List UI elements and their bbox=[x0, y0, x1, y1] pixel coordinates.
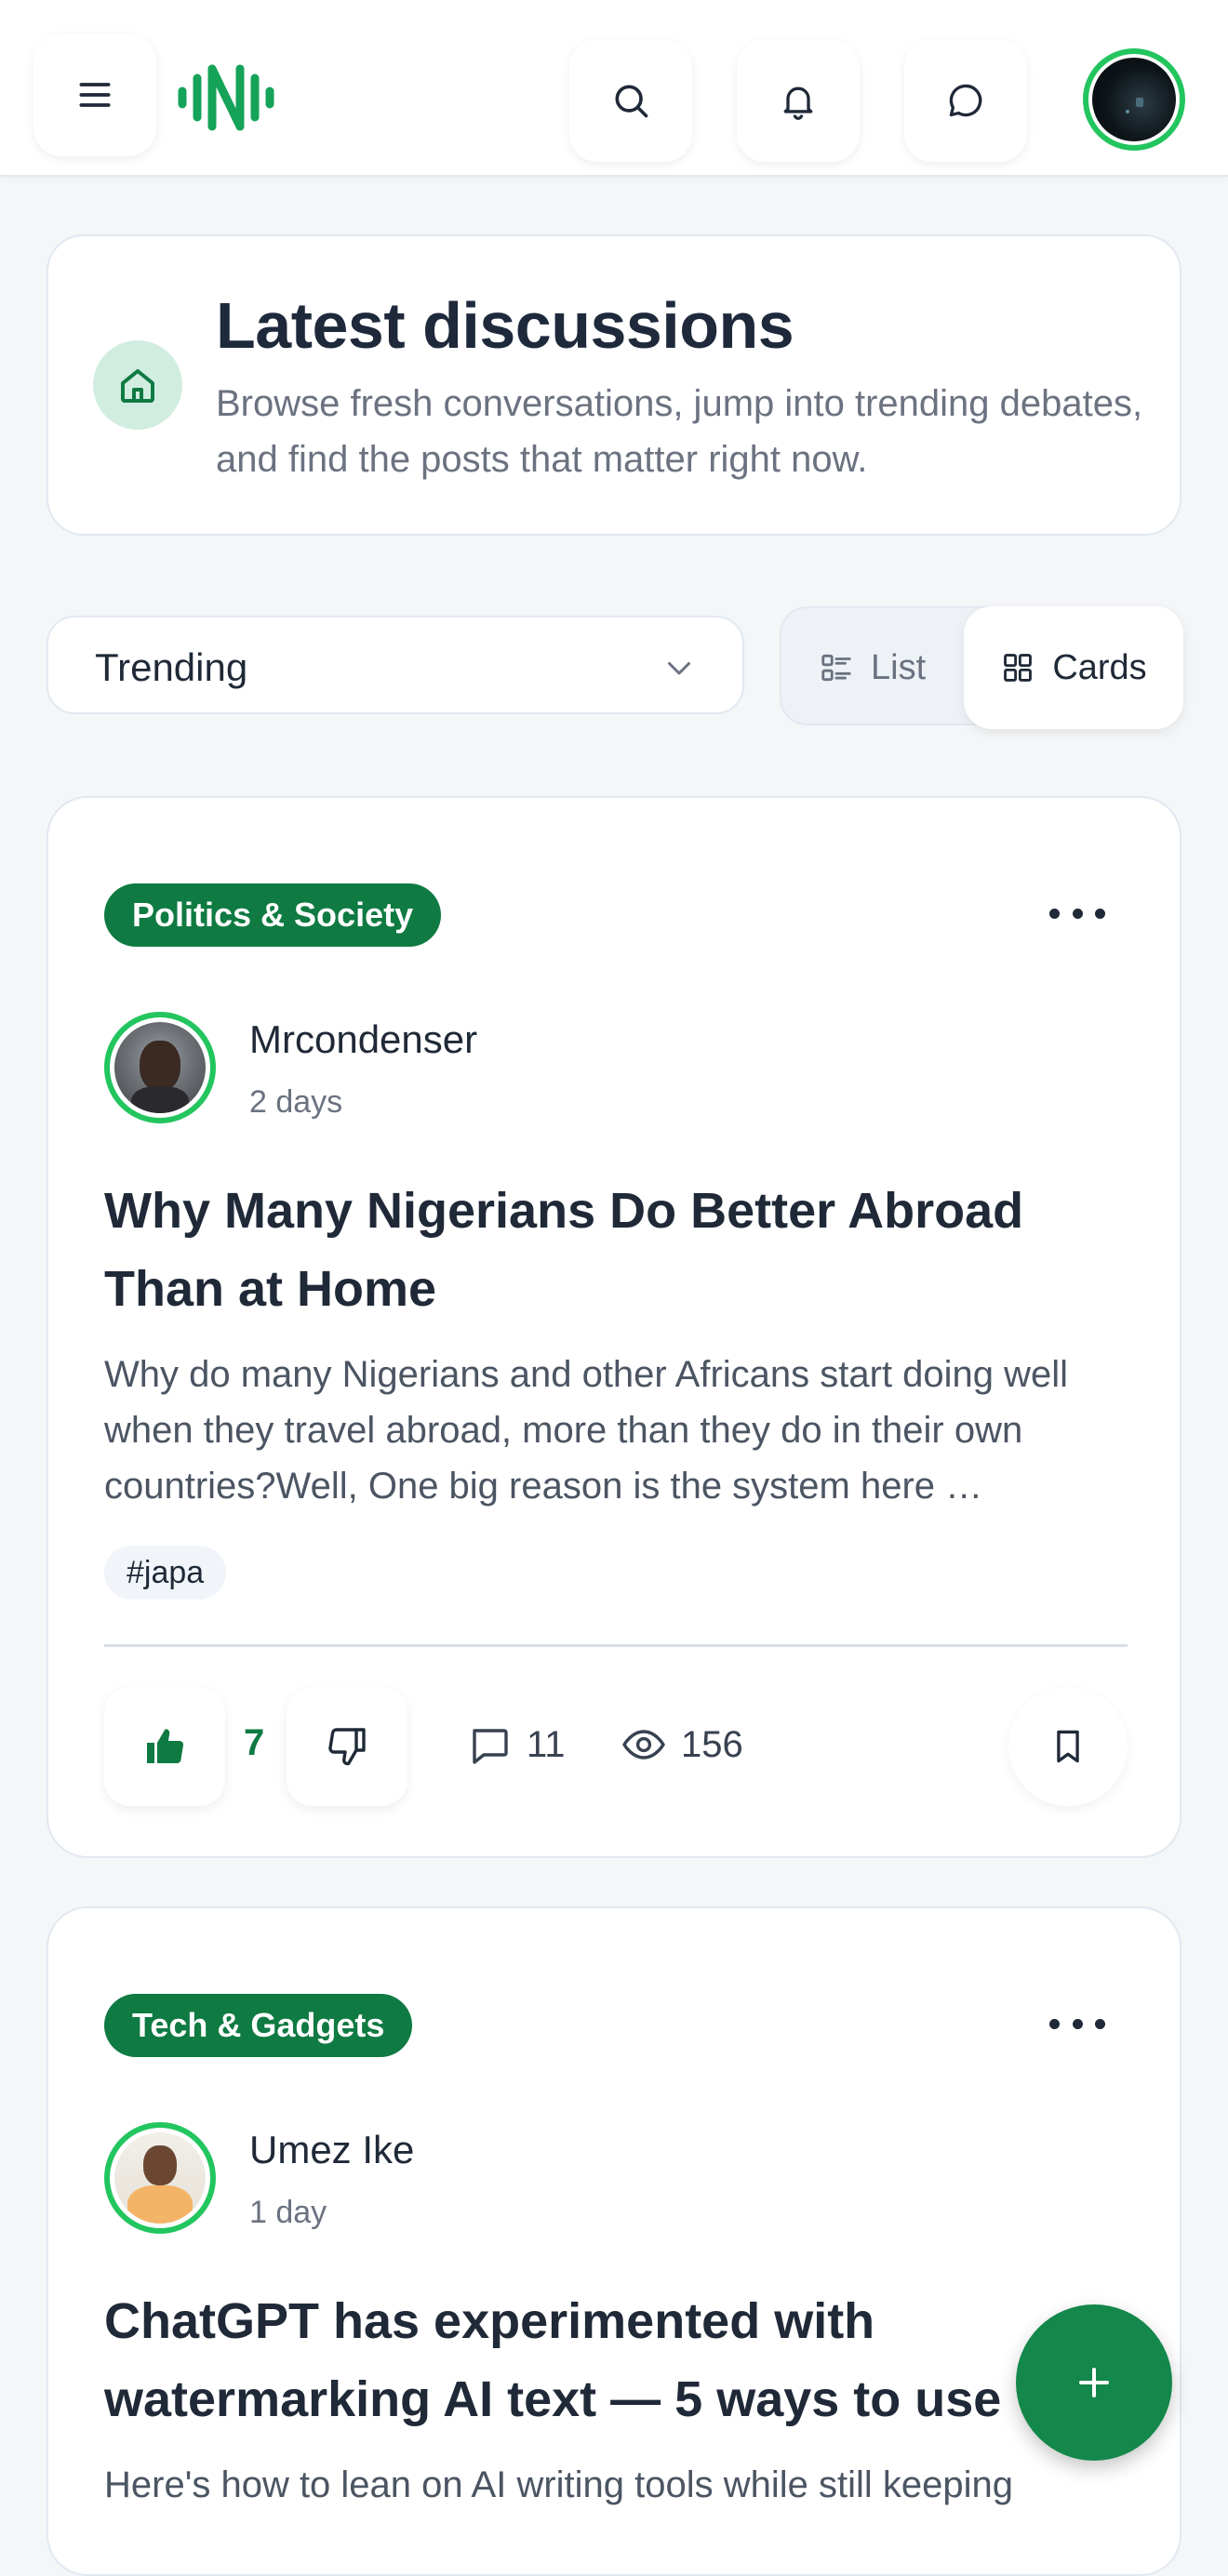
more-dot-icon bbox=[1049, 908, 1060, 919]
more-dot-icon bbox=[1049, 2018, 1060, 2029]
bookmark-icon bbox=[1057, 1730, 1079, 1763]
author-name[interactable]: Umez Ike bbox=[249, 2128, 414, 2172]
bell-icon bbox=[783, 86, 813, 120]
author-avatar[interactable] bbox=[104, 1012, 216, 1123]
post-tag[interactable]: #japa bbox=[104, 1546, 227, 1600]
post-excerpt: Why do many Nigerians and other Africans… bbox=[104, 1354, 1069, 1507]
more-options-button[interactable] bbox=[1049, 895, 1105, 932]
cards-view-button[interactable]: Cards bbox=[964, 606, 1183, 729]
grid-view-icon bbox=[1004, 654, 1033, 682]
list-view-label: List bbox=[871, 647, 927, 687]
top-navigation-bar bbox=[0, 0, 1228, 177]
post-card[interactable]: Politics & Society Mrcondenser 2 days Wh… bbox=[47, 796, 1181, 1858]
cards-view-label: Cards bbox=[1052, 647, 1147, 687]
plus-icon bbox=[1079, 2368, 1109, 2397]
eye-icon bbox=[622, 1730, 665, 1759]
more-dot-icon bbox=[1072, 908, 1083, 919]
bookmark-button[interactable] bbox=[1008, 1687, 1128, 1806]
list-view-icon bbox=[821, 654, 851, 682]
comment-count: 11 bbox=[527, 1723, 566, 1765]
more-options-button[interactable] bbox=[1049, 2005, 1105, 2042]
home-icon bbox=[121, 369, 154, 403]
chat-bubble-icon bbox=[949, 84, 982, 117]
sort-selected-value: Trending bbox=[95, 645, 248, 689]
home-icon-badge bbox=[93, 340, 182, 430]
like-count: 7 bbox=[244, 1722, 265, 1763]
more-dot-icon bbox=[1072, 2018, 1083, 2029]
search-button[interactable] bbox=[569, 39, 692, 162]
comment-icon bbox=[473, 1729, 508, 1764]
create-post-button[interactable] bbox=[1016, 2304, 1172, 2461]
comments-stat[interactable]: 11 bbox=[467, 1722, 566, 1767]
dislike-button[interactable] bbox=[287, 1687, 407, 1806]
author-name[interactable]: Mrcondenser bbox=[249, 1017, 477, 1062]
latest-discussions-hero: Latest discussions Browse fresh conversa… bbox=[47, 234, 1181, 536]
post-title[interactable]: Why Many Nigerians Do Better Abroad Than… bbox=[104, 1172, 1137, 1328]
like-button[interactable] bbox=[104, 1687, 225, 1806]
brand-logo-icon[interactable] bbox=[175, 56, 277, 139]
view-count: 156 bbox=[681, 1723, 743, 1765]
post-timestamp: 2 days bbox=[249, 1084, 343, 1120]
post-card[interactable]: Tech & Gadgets Umez Ike 1 day ChatGPT ha… bbox=[47, 1906, 1181, 2576]
notifications-button[interactable] bbox=[737, 39, 860, 162]
post-actions: 7 11 156 bbox=[104, 1681, 1128, 1812]
post-timestamp: 1 day bbox=[249, 2195, 327, 2230]
search-icon bbox=[615, 85, 648, 118]
messages-button[interactable] bbox=[904, 39, 1027, 162]
more-dot-icon bbox=[1095, 908, 1105, 919]
thumbs-down-icon bbox=[328, 1728, 366, 1766]
chevron-down-icon bbox=[668, 662, 690, 675]
user-avatar[interactable] bbox=[1083, 48, 1185, 151]
page-title: Latest discussions bbox=[216, 289, 794, 362]
more-dot-icon bbox=[1095, 2018, 1105, 2029]
menu-button[interactable] bbox=[33, 33, 156, 156]
divider bbox=[104, 1644, 1128, 1647]
page-subtitle: Browse fresh conversations, jump into tr… bbox=[216, 383, 1143, 480]
post-title[interactable]: ChatGPT has experimented with watermarki… bbox=[104, 2282, 1137, 2438]
hamburger-icon bbox=[79, 83, 111, 107]
list-view-button[interactable]: List bbox=[819, 608, 926, 727]
views-stat: 156 bbox=[621, 1722, 743, 1767]
author-avatar[interactable] bbox=[104, 2122, 216, 2234]
category-badge[interactable]: Politics & Society bbox=[104, 883, 442, 947]
sort-dropdown[interactable]: Trending bbox=[47, 616, 744, 714]
view-mode-toggle: List Cards bbox=[780, 606, 1183, 729]
thumbs-up-icon bbox=[147, 1729, 184, 1764]
category-badge[interactable]: Tech & Gadgets bbox=[104, 1994, 413, 2057]
post-excerpt: Here's how to lean on AI writing tools w… bbox=[104, 2464, 1014, 2505]
